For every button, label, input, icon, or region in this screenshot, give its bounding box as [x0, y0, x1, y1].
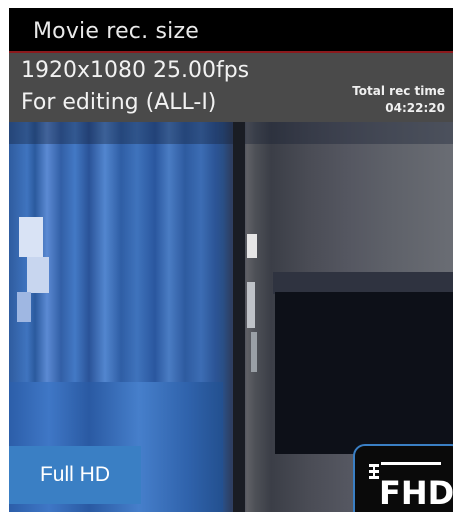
- preview-edge-highlight: [251, 332, 257, 372]
- full-hd-badge: Full HD: [9, 446, 141, 504]
- total-rec-time-label: Total rec time: [352, 84, 445, 98]
- preview-highlight: [17, 292, 31, 322]
- compression-mode: For editing (ALL-I): [21, 90, 217, 115]
- preview-highlight: [27, 257, 49, 293]
- fhd-icon-text: FHD: [379, 474, 453, 510]
- preview-edge-highlight: [247, 234, 257, 258]
- preview-edge-highlight: [247, 282, 255, 328]
- preview-highlight: [19, 217, 43, 257]
- preview-shade: [9, 122, 453, 144]
- menu-title: Movie rec. size: [33, 19, 199, 44]
- total-rec-time-value: 04:22:20: [385, 101, 445, 115]
- camera-screen: Movie rec. size 1920x1080 25.00fps For e…: [0, 0, 453, 512]
- preview-window-frame: [273, 272, 453, 294]
- preview-edge: [233, 122, 245, 512]
- resolution-framerate: 1920x1080 25.00fps: [21, 58, 250, 83]
- preview-window: [275, 292, 453, 454]
- fhd-icon-panel: FHD: [353, 444, 453, 512]
- movie-rec-size-menu: Movie rec. size 1920x1080 25.00fps For e…: [9, 8, 453, 122]
- fhd-icon: FHD: [369, 462, 453, 510]
- selected-setting[interactable]: 1920x1080 25.00fps For editing (ALL-I) T…: [9, 53, 453, 122]
